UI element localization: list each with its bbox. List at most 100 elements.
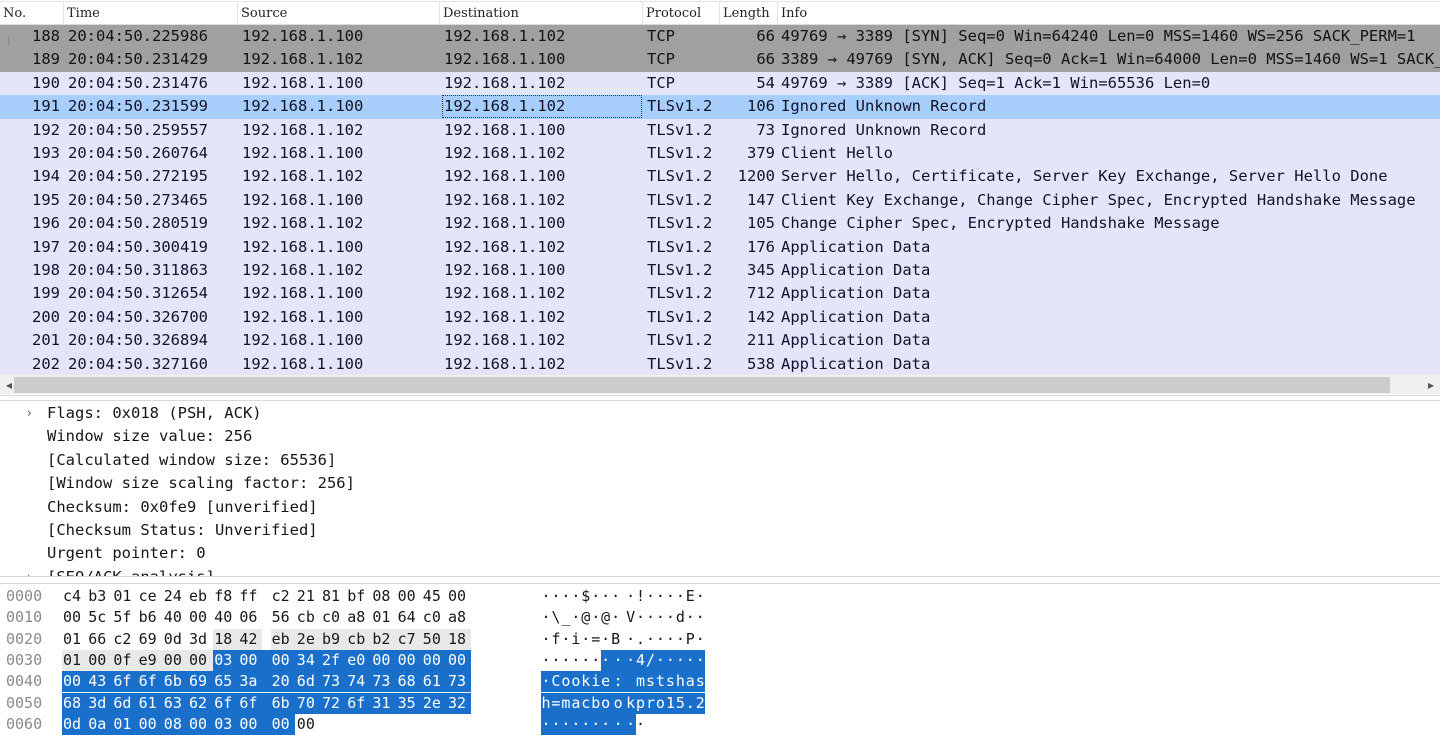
packet-row-selected[interactable]: 191 20:04:50.231599 192.168.1.100 192.168.1… bbox=[0, 95, 1440, 119]
hex-byte[interactable]: 0a bbox=[87, 713, 113, 735]
packet-row[interactable]: 193 20:04:50.260764 192.168.1.100 192.168.1… bbox=[0, 142, 1440, 166]
ascii-char[interactable]: · bbox=[665, 586, 675, 607]
packet-row[interactable]: 198 20:04:50.311863 192.168.1.102 192.168.1… bbox=[0, 259, 1440, 283]
ascii-char[interactable]: · bbox=[601, 586, 611, 607]
hex-byte[interactable]: c7 bbox=[397, 629, 421, 650]
ascii-char[interactable]: · bbox=[646, 629, 656, 650]
packet-row[interactable]: 196 20:04:50.280519 192.168.1.102 192.168.1… bbox=[0, 212, 1440, 236]
hex-byte[interactable]: 01 bbox=[62, 650, 86, 671]
ascii-char[interactable]: · bbox=[625, 649, 636, 671]
ascii-char[interactable]: · bbox=[685, 649, 696, 671]
packet-row[interactable]: 194 20:04:50.272195 192.168.1.102 192.168.1… bbox=[0, 165, 1440, 189]
detail-field[interactable]: [Checksum Status: Unverified] bbox=[47, 519, 318, 542]
ascii-char[interactable]: o bbox=[570, 671, 581, 693]
ascii-char[interactable]: · bbox=[541, 713, 551, 735]
hex-byte[interactable]: 00 bbox=[62, 671, 88, 693]
ascii-char[interactable]: · bbox=[550, 713, 561, 735]
hex-byte[interactable]: 66 bbox=[87, 629, 111, 650]
packet-row[interactable]: 189 20:04:50.231429 192.168.1.102 192.168.1… bbox=[0, 48, 1440, 72]
hex-byte[interactable]: 08 bbox=[162, 713, 188, 735]
hex-byte[interactable]: 00 bbox=[296, 714, 320, 735]
hex-byte[interactable]: 18 bbox=[447, 629, 471, 650]
ascii-char[interactable]: r bbox=[645, 692, 656, 714]
ascii-char[interactable]: 4 bbox=[635, 649, 646, 671]
hex-byte[interactable]: 21 bbox=[296, 586, 320, 607]
ascii-char[interactable]: k bbox=[580, 671, 591, 693]
hex-byte[interactable]: bf bbox=[346, 586, 370, 607]
detail-field[interactable]: Window size value: 256 bbox=[47, 425, 252, 448]
hex-byte[interactable]: 69 bbox=[138, 629, 162, 650]
hex-byte[interactable]: 35 bbox=[396, 692, 422, 714]
ascii-char[interactable]: · bbox=[591, 650, 601, 671]
hex-byte[interactable]: 00 bbox=[163, 650, 187, 671]
ascii-char[interactable]: i bbox=[571, 629, 581, 650]
ascii-char[interactable]: . bbox=[685, 692, 696, 714]
packet-row[interactable]: 190 20:04:50.231476 192.168.1.100 192.168.1… bbox=[0, 71, 1440, 96]
ascii-char[interactable]: · bbox=[541, 629, 551, 650]
ascii-char[interactable]: o bbox=[655, 692, 666, 714]
hex-byte[interactable]: 64 bbox=[397, 607, 421, 628]
ascii-char[interactable]: · bbox=[541, 607, 551, 628]
hex-byte[interactable]: 00 bbox=[238, 713, 271, 735]
hex-byte[interactable]: c2 bbox=[271, 586, 295, 607]
packet-row[interactable]: 195 20:04:50.273465 192.168.1.100 192.168.1… bbox=[0, 188, 1440, 213]
hex-byte[interactable]: 00 bbox=[87, 650, 111, 671]
ascii-char[interactable]: · bbox=[695, 586, 705, 607]
ascii-char[interactable]: B bbox=[611, 629, 621, 650]
hex-byte[interactable]: e9 bbox=[138, 650, 162, 671]
expand-arrow-icon[interactable]: › bbox=[27, 402, 39, 425]
hex-byte[interactable]: 31 bbox=[371, 692, 397, 714]
ascii-char[interactable]: · bbox=[560, 713, 571, 735]
ascii-char[interactable]: · bbox=[695, 649, 706, 671]
ascii-char[interactable]: h bbox=[541, 692, 551, 714]
ascii-char[interactable]: e bbox=[600, 671, 611, 693]
hex-byte[interactable]: cb bbox=[296, 607, 320, 628]
ascii-char[interactable]: · bbox=[571, 586, 581, 607]
ascii-char[interactable]: · bbox=[626, 629, 636, 650]
ascii-char[interactable]: · bbox=[646, 607, 656, 628]
ascii-char[interactable]: · bbox=[695, 629, 705, 650]
ascii-char[interactable]: · bbox=[655, 607, 665, 628]
hex-byte[interactable]: 00 bbox=[447, 586, 471, 607]
ascii-char[interactable]: 2 bbox=[695, 692, 706, 714]
scroll-right-icon[interactable]: ▸ bbox=[1422, 375, 1440, 395]
ascii-char[interactable]: · bbox=[541, 650, 551, 671]
hex-byte[interactable]: 2e bbox=[296, 629, 320, 650]
ascii-char[interactable]: · bbox=[636, 607, 646, 628]
hex-byte[interactable]: 73 bbox=[321, 671, 347, 693]
hex-byte[interactable]: 01 bbox=[112, 713, 138, 735]
hex-byte[interactable]: 01 bbox=[112, 586, 136, 607]
hex-byte[interactable]: 06 bbox=[238, 607, 262, 628]
hex-byte[interactable]: 68 bbox=[62, 692, 88, 714]
hex-byte[interactable]: b9 bbox=[321, 629, 345, 650]
hex-byte[interactable]: 00 bbox=[188, 650, 212, 671]
hex-byte[interactable]: 32 bbox=[447, 692, 471, 714]
hex-byte[interactable]: 40 bbox=[213, 607, 237, 628]
hex-byte[interactable]: cb bbox=[346, 629, 370, 650]
ascii-char[interactable]: \ bbox=[551, 607, 561, 628]
hex-byte[interactable]: 6b bbox=[162, 671, 188, 693]
hex-byte[interactable]: 6f bbox=[346, 692, 372, 714]
ascii-char[interactable]: s bbox=[695, 671, 706, 693]
hex-byte[interactable]: 00 bbox=[137, 713, 163, 735]
ascii-char[interactable]: · bbox=[591, 607, 601, 628]
ascii-char[interactable]: E bbox=[685, 586, 695, 607]
hex-byte[interactable]: b6 bbox=[138, 607, 162, 628]
ascii-char[interactable]: s bbox=[645, 671, 656, 693]
hex-byte[interactable]: c0 bbox=[422, 607, 446, 628]
ascii-char[interactable]: · bbox=[581, 650, 591, 671]
hex-byte[interactable]: 40 bbox=[163, 607, 187, 628]
hex-byte[interactable]: 62 bbox=[188, 692, 214, 714]
hex-byte[interactable]: 63 bbox=[162, 692, 188, 714]
ascii-char[interactable]: 5 bbox=[675, 692, 686, 714]
ascii-char[interactable]: · bbox=[611, 607, 621, 628]
ascii-char[interactable]: m bbox=[560, 692, 571, 714]
ascii-char[interactable]: k bbox=[625, 692, 636, 714]
ascii-char[interactable]: p bbox=[635, 692, 646, 714]
hex-byte[interactable]: 20 bbox=[270, 671, 296, 693]
hex-byte[interactable]: 3a bbox=[238, 671, 271, 693]
hex-byte[interactable]: 00 bbox=[188, 713, 214, 735]
hex-byte[interactable]: 03 bbox=[213, 713, 239, 735]
ascii-char[interactable]: · bbox=[665, 607, 675, 628]
ascii-char[interactable]: · bbox=[655, 586, 665, 607]
